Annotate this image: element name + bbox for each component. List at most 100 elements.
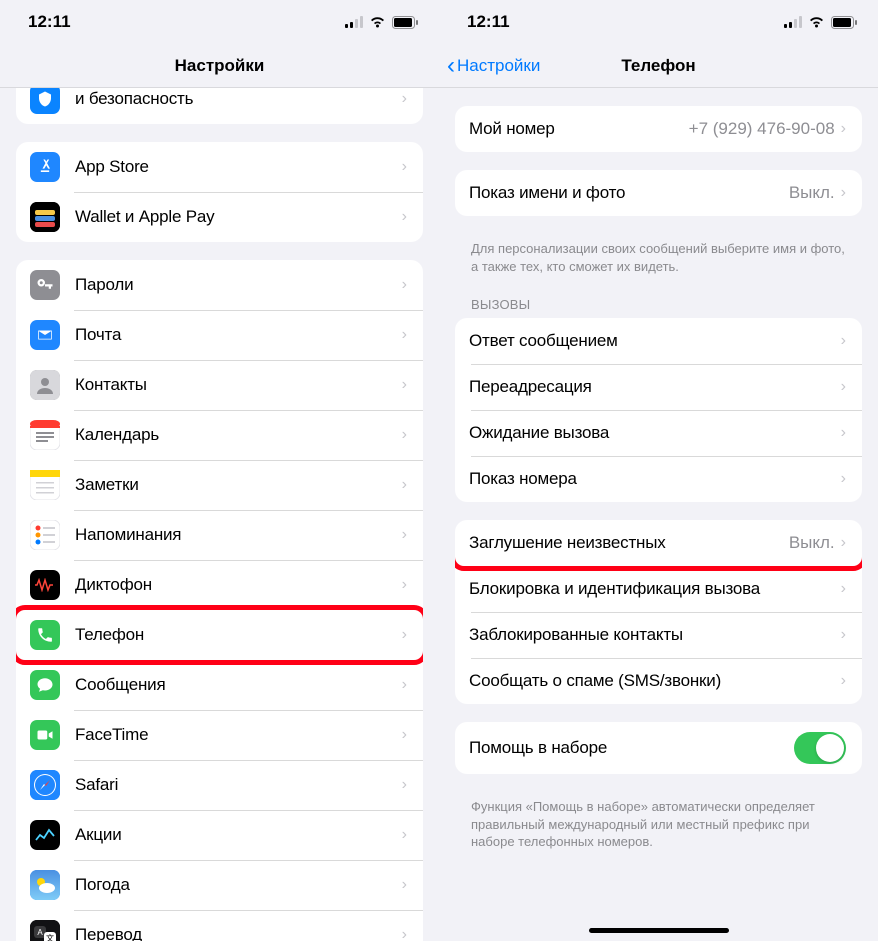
chevron-icon: ›: [402, 158, 407, 176]
status-bar: 12:11: [0, 0, 439, 44]
chevron-icon: ›: [841, 332, 846, 350]
row-label: Погода: [75, 875, 402, 895]
status-time: 12:11: [467, 12, 510, 32]
wallet-icon: [30, 202, 60, 232]
chevron-icon: ›: [402, 90, 407, 108]
row-dial-assist[interactable]: Помощь в наборе: [455, 722, 862, 774]
back-button[interactable]: ‹ Настройки: [447, 52, 540, 80]
row-stocks[interactable]: Акции›: [16, 810, 423, 860]
row-mail[interactable]: Почта›: [16, 310, 423, 360]
row-label: Показ имени и фото: [469, 183, 789, 203]
row-item[interactable]: Сообщать о спаме (SMS/звонки)›: [455, 658, 862, 704]
row-label: Wallet и Apple Pay: [75, 207, 402, 227]
row-safari[interactable]: Safari›: [16, 760, 423, 810]
mail-icon: [30, 320, 60, 350]
row-messages[interactable]: Сообщения›: [16, 660, 423, 710]
row-translate[interactable]: A文 Перевод›: [16, 910, 423, 941]
chevron-icon: ›: [841, 626, 846, 644]
row-label: Календарь: [75, 425, 402, 445]
row-wallet[interactable]: Wallet и Apple Pay›: [16, 192, 423, 242]
row-notes[interactable]: Заметки›: [16, 460, 423, 510]
cellular-icon: [345, 16, 363, 28]
safari-icon: [30, 770, 60, 800]
back-label: Настройки: [457, 56, 540, 76]
phone-screen: 12:11 ‹ Настройки Телефон Мой номер +7 (…: [439, 0, 878, 941]
row-voice[interactable]: Диктофон›: [16, 560, 423, 610]
row-name-photo[interactable]: Показ имени и фото Выкл. ›: [455, 170, 862, 216]
row-facetime[interactable]: FaceTime›: [16, 710, 423, 760]
row-item[interactable]: Ожидание вызова›: [455, 410, 862, 456]
row-item[interactable]: Переадресация›: [455, 364, 862, 410]
row-label: Ожидание вызова: [469, 423, 841, 443]
row-label: Safari: [75, 775, 402, 795]
row-reminders[interactable]: Напоминания›: [16, 510, 423, 560]
row-label: Помощь в наборе: [469, 738, 794, 758]
row-label: Мой номер: [469, 119, 689, 139]
highlight-box: Телефон›: [16, 605, 423, 665]
chevron-icon: ›: [402, 726, 407, 744]
nav-title: Телефон: [621, 56, 695, 76]
row-label: Пароли: [75, 275, 402, 295]
row-label: Напоминания: [75, 525, 402, 545]
notes-icon: [30, 470, 60, 500]
chevron-icon: ›: [402, 826, 407, 844]
row-label: Контакты: [75, 375, 402, 395]
status-icons: [345, 16, 419, 29]
row-label: Телефон: [75, 625, 402, 645]
status-icons: [784, 16, 858, 29]
chevron-icon: ›: [841, 534, 846, 552]
row-weather[interactable]: Погода›: [16, 860, 423, 910]
weather-icon: [30, 870, 60, 900]
row-my-number[interactable]: Мой номер +7 (929) 476-90-08 ›: [455, 106, 862, 152]
wifi-icon: [808, 16, 825, 28]
nav-bar: ‹ Настройки Телефон: [439, 44, 878, 88]
group-dial-assist: Помощь в наборе: [455, 722, 862, 774]
row-key[interactable]: Пароли›: [16, 260, 423, 310]
row-item[interactable]: Заблокированные контакты›: [455, 612, 862, 658]
battery-icon: [831, 16, 858, 29]
row-contacts[interactable]: Контакты›: [16, 360, 423, 410]
row-privacy[interactable]: и безопасность ›: [16, 88, 423, 124]
chevron-icon: ›: [402, 926, 407, 941]
svg-text:A: A: [37, 928, 43, 937]
reminders-icon: [30, 520, 60, 550]
status-time: 12:11: [28, 12, 71, 32]
row-label: Ответ сообщением: [469, 331, 841, 351]
home-indicator[interactable]: [589, 928, 729, 933]
row-appstore[interactable]: App Store›: [16, 142, 423, 192]
chevron-icon: ›: [402, 426, 407, 444]
row-item[interactable]: Показ номера›: [455, 456, 862, 502]
calendar-icon: [30, 420, 60, 450]
group-privacy: и безопасность ›: [16, 88, 423, 124]
wifi-icon: [369, 16, 386, 28]
dial-assist-toggle[interactable]: [794, 732, 846, 764]
chevron-icon: ›: [841, 378, 846, 396]
messages-icon: [30, 670, 60, 700]
group-store: App Store›Wallet и Apple Pay›: [16, 142, 423, 242]
chevron-icon: ›: [402, 476, 407, 494]
name-photo-footer: Для персонализации своих сообщений выбер…: [455, 234, 862, 277]
chevron-icon: ›: [402, 376, 407, 394]
group-main: Пароли›Почта›Контакты›Календарь›Заметки›…: [16, 260, 423, 941]
dial-assist-footer: Функция «Помощь в наборе» автоматически …: [455, 792, 862, 853]
row-item[interactable]: Ответ сообщением›: [455, 318, 862, 364]
chevron-icon: ›: [402, 676, 407, 694]
row-label: Почта: [75, 325, 402, 345]
phone-content[interactable]: Мой номер +7 (929) 476-90-08 › Показ име…: [439, 88, 878, 941]
chevron-icon: ›: [402, 576, 407, 594]
highlight-box: Заглушение неизвестныхВыкл.›: [455, 520, 862, 571]
row-label: Переадресация: [469, 377, 841, 397]
row-item[interactable]: Блокировка и идентификация вызова›: [455, 566, 862, 612]
row-phone[interactable]: Телефон›: [16, 610, 423, 660]
settings-content[interactable]: и безопасность › App Store›Wallet и Appl…: [0, 88, 439, 941]
row-label: Перевод: [75, 925, 402, 941]
translate-icon: A文: [30, 920, 60, 941]
row-item[interactable]: Заглушение неизвестныхВыкл.›: [455, 520, 862, 566]
privacy-icon: [30, 88, 60, 114]
group-name-photo: Показ имени и фото Выкл. ›: [455, 170, 862, 216]
row-calendar[interactable]: Календарь›: [16, 410, 423, 460]
row-label: Сообщать о спаме (SMS/звонки): [469, 671, 841, 691]
stocks-icon: [30, 820, 60, 850]
row-label: App Store: [75, 157, 402, 177]
chevron-icon: ›: [841, 672, 846, 690]
